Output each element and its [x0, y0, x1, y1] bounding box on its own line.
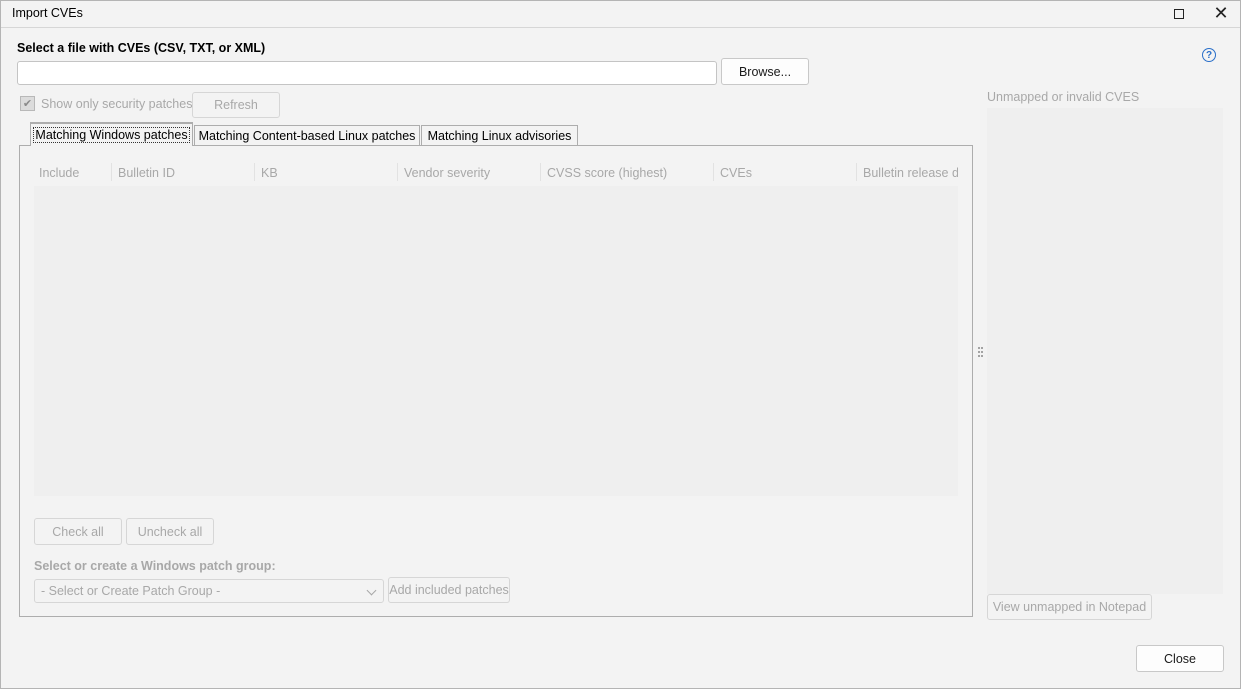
patch-group-select-value: - Select or Create Patch Group -	[41, 584, 221, 598]
column-header-vendor-severity[interactable]: Vendor severity	[404, 159, 540, 186]
checkmark-icon: ✔	[20, 96, 35, 111]
show-security-label: Show only security patches	[41, 97, 193, 111]
close-icon: ✕	[1213, 3, 1229, 24]
view-unmapped-notepad-button[interactable]: View unmapped in Notepad	[987, 594, 1152, 620]
title-bar: Import CVEs ✕	[1, 1, 1240, 28]
column-divider	[111, 163, 112, 181]
splitter-handle-icon[interactable]	[978, 347, 984, 361]
uncheck-all-button[interactable]: Uncheck all	[126, 518, 214, 545]
column-divider	[254, 163, 255, 181]
column-header-cves[interactable]: CVEs	[720, 159, 856, 186]
window-title: Import CVEs	[12, 6, 83, 20]
patches-grid-body[interactable]	[34, 186, 958, 496]
column-header-bulletin-id[interactable]: Bulletin ID	[118, 159, 254, 186]
patch-group-select[interactable]: - Select or Create Patch Group -	[34, 579, 384, 603]
maximize-button[interactable]	[1158, 1, 1200, 27]
tab-matching-windows-patches[interactable]: Matching Windows patches	[30, 122, 193, 146]
tab-matching-content-linux-patches[interactable]: Matching Content-based Linux patches	[194, 125, 420, 146]
maximize-icon	[1174, 9, 1184, 19]
browse-button[interactable]: Browse...	[721, 58, 809, 85]
help-icon: ?	[1202, 48, 1216, 62]
unmapped-cves-list[interactable]	[987, 108, 1223, 594]
unmapped-label: Unmapped or invalid CVES	[987, 90, 1140, 104]
close-button[interactable]: Close	[1136, 645, 1224, 672]
tab-label: Matching Linux advisories	[427, 129, 572, 143]
close-window-button[interactable]: ✕	[1200, 1, 1241, 27]
tab-matching-linux-advisories[interactable]: Matching Linux advisories	[421, 125, 578, 146]
grid-header: Include Bulletin ID KB Vendor severity C…	[34, 159, 958, 186]
show-security-checkbox[interactable]: ✔	[20, 96, 35, 111]
column-divider	[397, 163, 398, 181]
tab-label: Matching Windows patches	[33, 127, 190, 143]
column-header-cvss-score[interactable]: CVSS score (highest)	[547, 159, 713, 186]
refresh-button[interactable]: Refresh	[192, 92, 280, 118]
column-header-bulletin-release-date[interactable]: Bulletin release da	[863, 159, 958, 186]
file-select-label: Select a file with CVEs (CSV, TXT, or XM…	[17, 41, 266, 55]
column-divider	[713, 163, 714, 181]
add-included-patches-button[interactable]: Add included patches	[388, 577, 510, 603]
help-button[interactable]: ?	[1202, 48, 1216, 62]
column-header-include[interactable]: Include	[39, 159, 109, 186]
tab-label: Matching Content-based Linux patches	[198, 129, 416, 143]
check-all-button[interactable]: Check all	[34, 518, 122, 545]
file-path-input[interactable]	[17, 61, 717, 85]
chevron-down-icon	[366, 585, 377, 596]
column-header-kb[interactable]: KB	[261, 159, 397, 186]
column-divider	[856, 163, 857, 181]
patch-group-label: Select or create a Windows patch group:	[34, 559, 276, 573]
column-divider	[540, 163, 541, 181]
